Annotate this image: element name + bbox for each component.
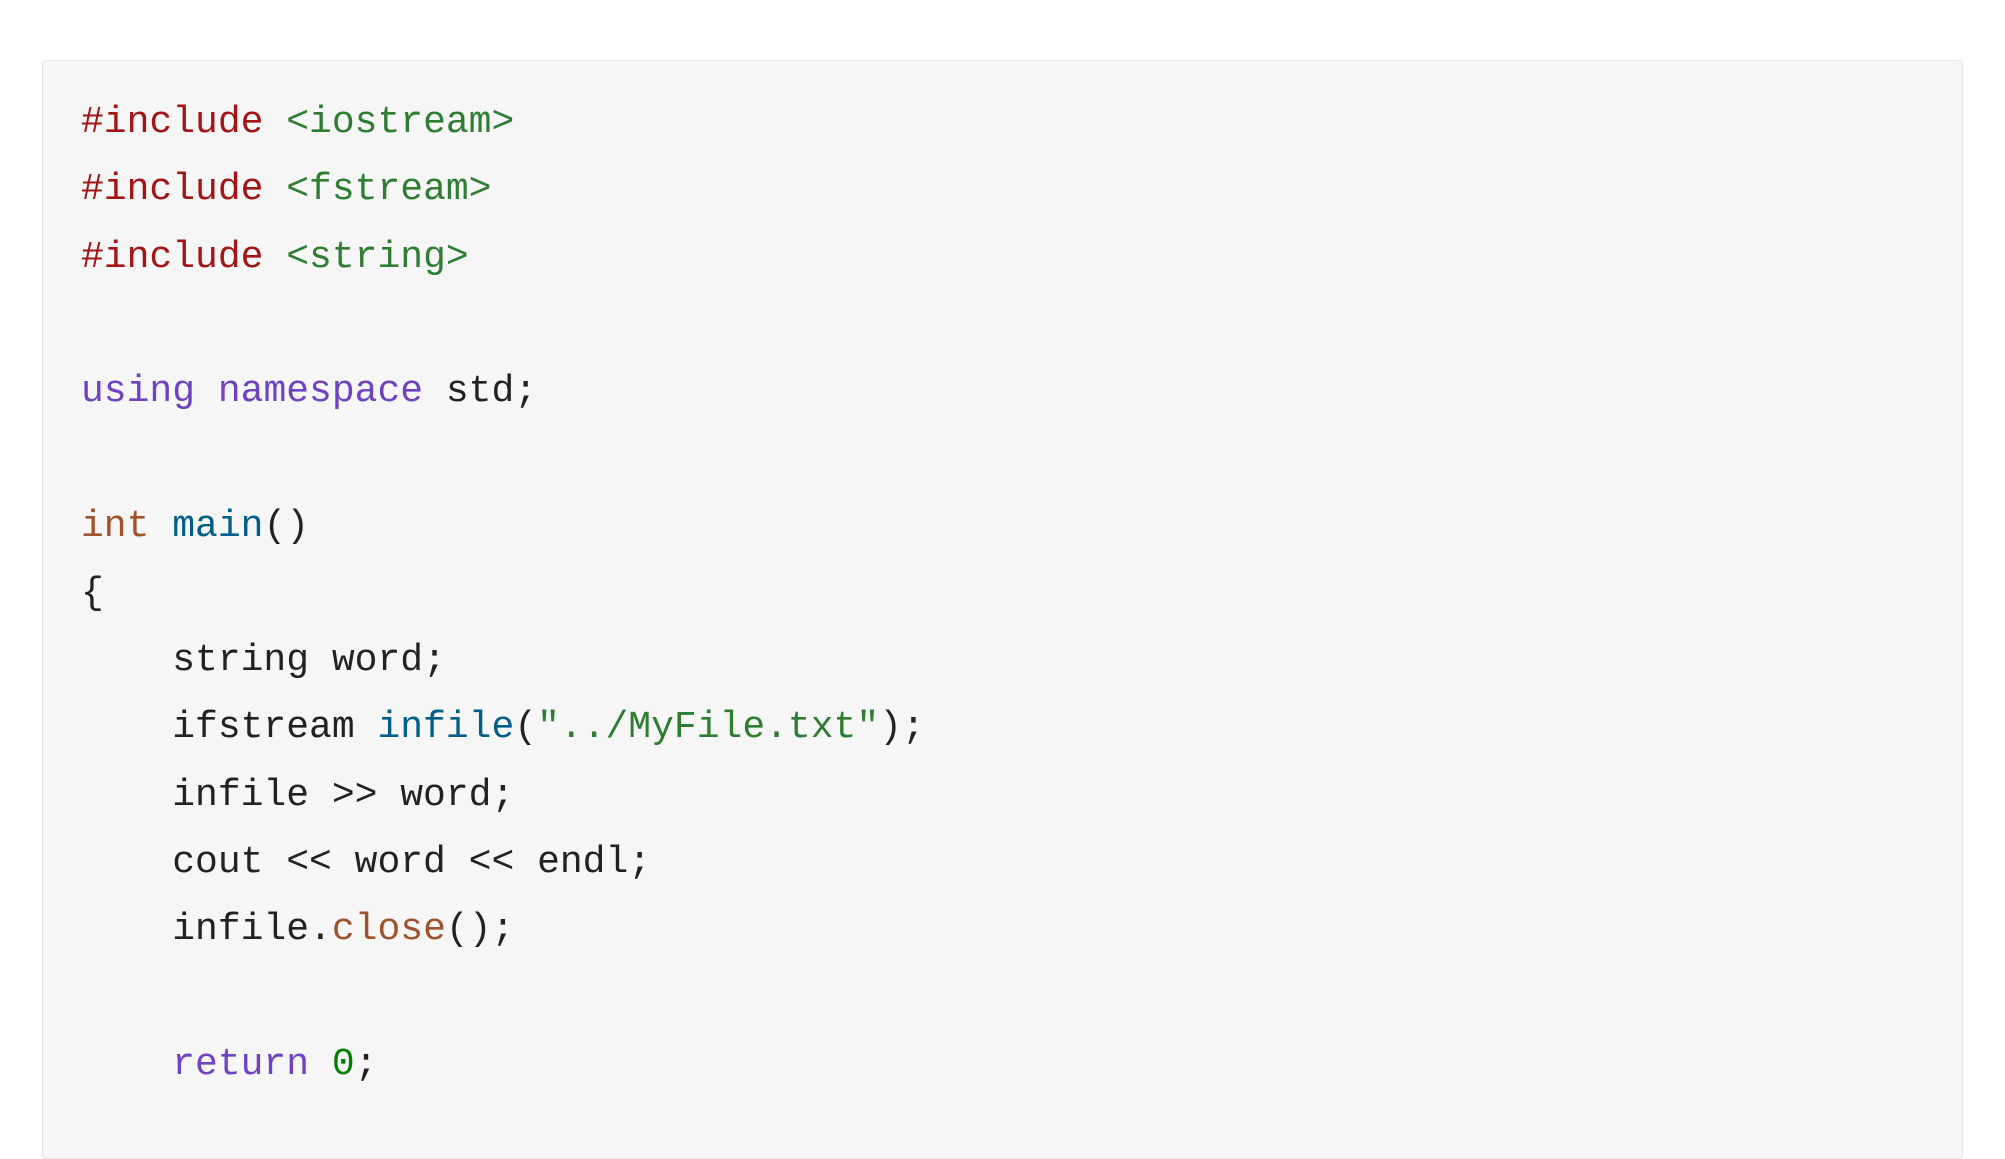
code-line: int main() bbox=[81, 505, 309, 548]
indent bbox=[81, 908, 172, 951]
code-line: #include <fstream> bbox=[81, 168, 491, 211]
include-target: <fstream> bbox=[263, 168, 491, 211]
brace-open: { bbox=[81, 572, 104, 615]
punct-semi: ; bbox=[491, 774, 514, 817]
number-zero: 0 bbox=[332, 1043, 355, 1086]
keyword-using: using bbox=[81, 370, 195, 413]
code-line: ifstream infile("../MyFile.txt"); bbox=[81, 706, 925, 749]
indent bbox=[81, 706, 172, 749]
punct-semi: ; bbox=[355, 1043, 378, 1086]
obj-infile: infile. bbox=[172, 908, 332, 951]
punct-semi: ; bbox=[423, 639, 446, 682]
string-literal: "../MyFile.txt" bbox=[537, 706, 879, 749]
code-line: string word; bbox=[81, 639, 446, 682]
method-close: close bbox=[332, 908, 446, 951]
space bbox=[309, 1043, 332, 1086]
code-line: { bbox=[81, 572, 104, 615]
include-target: <iostream> bbox=[263, 101, 514, 144]
punct-semi: ; bbox=[514, 370, 537, 413]
identifier-std: std bbox=[423, 370, 514, 413]
indent bbox=[81, 1043, 172, 1086]
paren-close-semi: ); bbox=[879, 706, 925, 749]
keyword-return: return bbox=[172, 1043, 309, 1086]
paren-open: ( bbox=[514, 706, 537, 749]
code-line: infile.close(); bbox=[81, 908, 514, 951]
type-int: int bbox=[81, 505, 149, 548]
page-container: #include <iostream> #include <fstream> #… bbox=[0, 0, 2005, 1159]
stmt-cout: cout << word << endl bbox=[172, 841, 628, 884]
stmt-extract: infile >> word bbox=[172, 774, 491, 817]
decl-string-word: string word bbox=[172, 639, 423, 682]
func-main: main bbox=[149, 505, 263, 548]
indent bbox=[81, 639, 172, 682]
keyword-namespace: namespace bbox=[195, 370, 423, 413]
call-tail: (); bbox=[446, 908, 514, 951]
indent bbox=[81, 841, 172, 884]
type-ifstream: ifstream bbox=[172, 706, 377, 749]
punct-semi: ; bbox=[628, 841, 651, 884]
code-line: #include <iostream> bbox=[81, 101, 514, 144]
preproc-directive: #include bbox=[81, 168, 263, 211]
code-line: #include <string> bbox=[81, 236, 469, 279]
code-line: infile >> word; bbox=[81, 774, 514, 817]
include-target: <string> bbox=[263, 236, 468, 279]
code-line: return 0; bbox=[81, 1043, 377, 1086]
code-line: cout << word << endl; bbox=[81, 841, 651, 884]
punct-parens: () bbox=[263, 505, 309, 548]
code-block: #include <iostream> #include <fstream> #… bbox=[42, 60, 1963, 1159]
indent bbox=[81, 774, 172, 817]
code-line: using namespace std; bbox=[81, 370, 537, 413]
preproc-directive: #include bbox=[81, 101, 263, 144]
preproc-directive: #include bbox=[81, 236, 263, 279]
ctor-infile: infile bbox=[377, 706, 514, 749]
